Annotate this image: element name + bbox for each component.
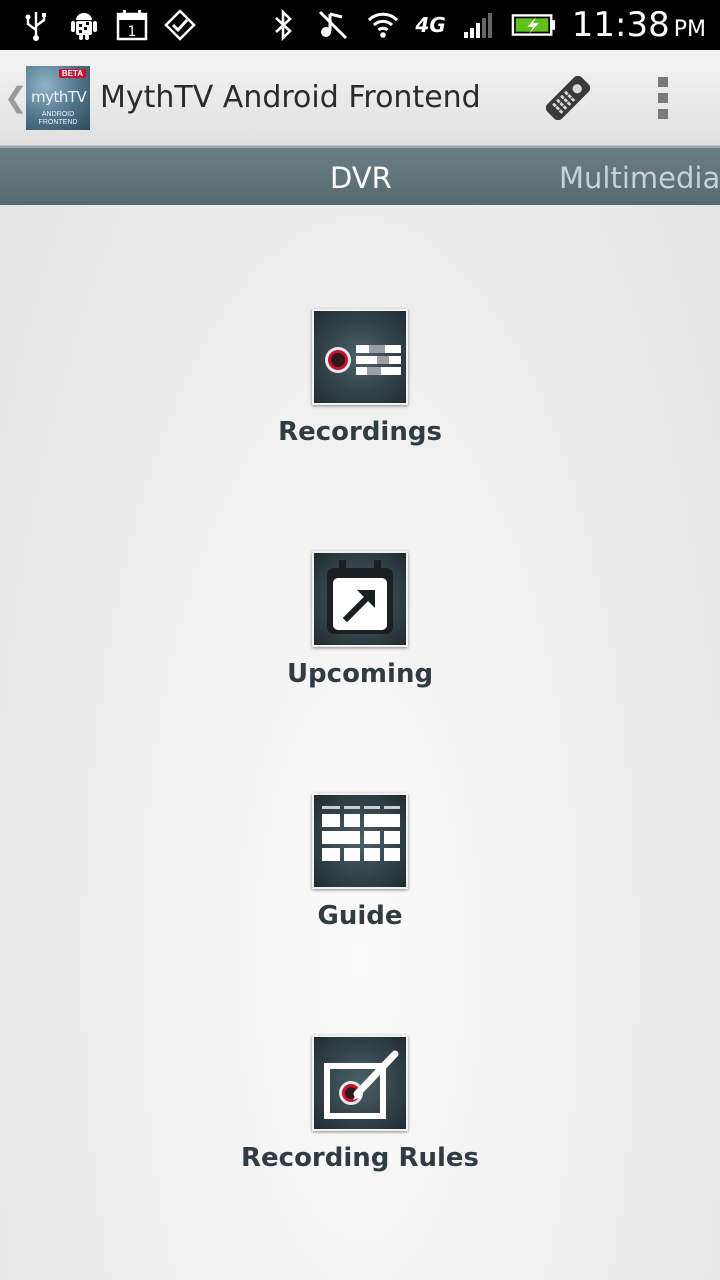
signal-icon — [460, 7, 496, 43]
overflow-dot — [658, 108, 668, 119]
status-clock: 11:38 PM — [572, 5, 706, 45]
logo-wordmark: mythTV — [31, 87, 87, 106]
recording-rules-menu-item[interactable]: Recording Rules — [0, 1035, 720, 1173]
upcoming-menu-item[interactable]: Upcoming — [0, 551, 720, 689]
recordings-label: Recordings — [278, 417, 442, 447]
guide-menu-item[interactable]: Guide — [0, 793, 720, 931]
battery-charging-icon — [510, 7, 558, 43]
overflow-menu-button[interactable] — [638, 50, 688, 146]
recording-rules-icon — [312, 1035, 408, 1131]
recordings-icon — [312, 309, 408, 405]
clock-time: 11:38 — [571, 5, 670, 45]
status-bar: 1 4G 11:38 PM — [0, 0, 720, 50]
clock-ampm: PM — [673, 17, 706, 42]
usb-icon — [18, 7, 54, 43]
overflow-dot — [658, 76, 668, 87]
logo-subtitle: ANDROID FRONTEND — [26, 111, 90, 127]
bluetooth-icon — [265, 7, 301, 43]
tab-dvr[interactable]: DVR — [330, 161, 392, 195]
android-debug-icon — [66, 7, 102, 43]
overflow-dot — [658, 92, 668, 103]
logo-subtitle-line2: FRONTEND — [38, 118, 78, 126]
action-bar: ❮ BETA mythTV ANDROID FRONTEND MythTV An… — [0, 50, 720, 146]
remote-control-icon — [545, 75, 591, 120]
tab-strip: DVR Multimedia — [0, 146, 720, 205]
upcoming-label: Upcoming — [286, 659, 434, 689]
checklist-icon — [162, 7, 198, 43]
guide-icon — [312, 793, 408, 889]
network-type-label: 4G — [415, 13, 446, 37]
beta-badge: BETA — [58, 68, 86, 78]
tab-multimedia[interactable]: Multimedia — [559, 161, 720, 195]
wifi-icon — [365, 7, 401, 43]
up-navigation-icon[interactable]: ❮ — [4, 81, 27, 114]
app-title: MythTV Android Frontend — [100, 80, 481, 115]
calendar-day: 1 — [128, 24, 137, 40]
mute-icon — [315, 7, 351, 43]
calendar-icon: 1 — [114, 7, 150, 43]
logo-subtitle-line1: ANDROID — [41, 110, 75, 118]
guide-label: Guide — [317, 901, 403, 931]
app-logo[interactable]: BETA mythTV ANDROID FRONTEND — [26, 65, 90, 130]
recordings-menu-item[interactable]: Recordings — [0, 309, 720, 447]
upcoming-icon — [312, 551, 408, 647]
remote-control-button[interactable] — [528, 50, 608, 146]
recording-rules-label: Recording Rules — [241, 1143, 479, 1173]
